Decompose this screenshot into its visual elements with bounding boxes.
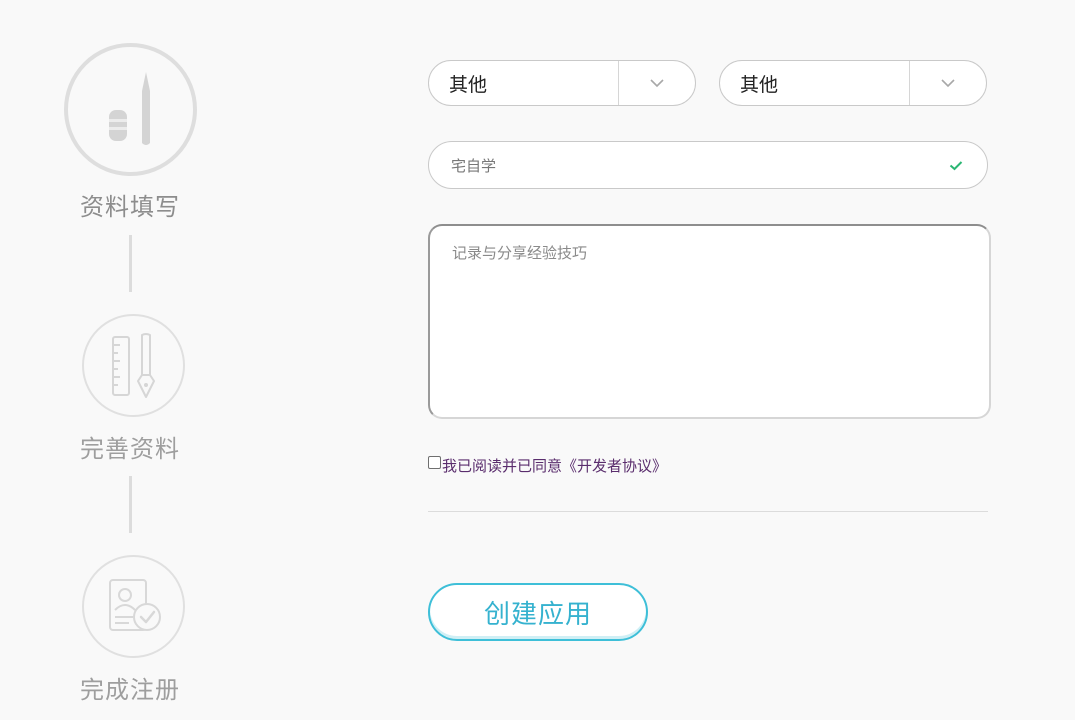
step-connector bbox=[129, 476, 132, 533]
check-icon bbox=[949, 160, 969, 171]
profile-check-icon bbox=[108, 578, 161, 631]
step-1-circle bbox=[64, 43, 197, 176]
agreement-label[interactable]: 我已阅读并已同意《开发者协议》 bbox=[442, 455, 667, 476]
category-dropdown-toggle[interactable] bbox=[618, 61, 695, 105]
category-select[interactable]: 其他 bbox=[428, 60, 696, 106]
pen-eraser-icon bbox=[108, 71, 150, 145]
registration-page: 资料填写 完善资料 完成注册 其他 其他 宅自学 记录与分享经验技巧 我已阅读并… bbox=[0, 0, 1075, 720]
divider bbox=[428, 511, 988, 512]
app-name-input[interactable] bbox=[429, 155, 949, 175]
chevron-down-icon bbox=[650, 79, 664, 88]
create-app-button[interactable]: 创建应用 bbox=[428, 583, 648, 641]
category-select-value: 其他 bbox=[449, 73, 488, 96]
step-3-circle bbox=[82, 555, 185, 658]
chevron-down-icon bbox=[941, 79, 955, 88]
subcategory-dropdown-toggle[interactable] bbox=[909, 61, 986, 105]
ruler-pen-icon bbox=[111, 332, 155, 398]
subcategory-select[interactable]: 其他 bbox=[719, 60, 987, 106]
step-connector bbox=[129, 235, 132, 292]
subcategory-select-value: 其他 bbox=[740, 73, 779, 96]
step-2-label: 完善资料 bbox=[80, 435, 180, 463]
agreement-row: 我已阅读并已同意《开发者协议》 bbox=[428, 455, 667, 476]
app-name-field-wrapper bbox=[428, 141, 988, 189]
step-1-label: 资料填写 bbox=[80, 193, 180, 221]
agreement-checkbox[interactable] bbox=[428, 456, 441, 469]
step-3-label: 完成注册 bbox=[80, 676, 180, 704]
step-2-circle bbox=[82, 314, 185, 417]
app-description-textarea[interactable] bbox=[428, 224, 991, 419]
